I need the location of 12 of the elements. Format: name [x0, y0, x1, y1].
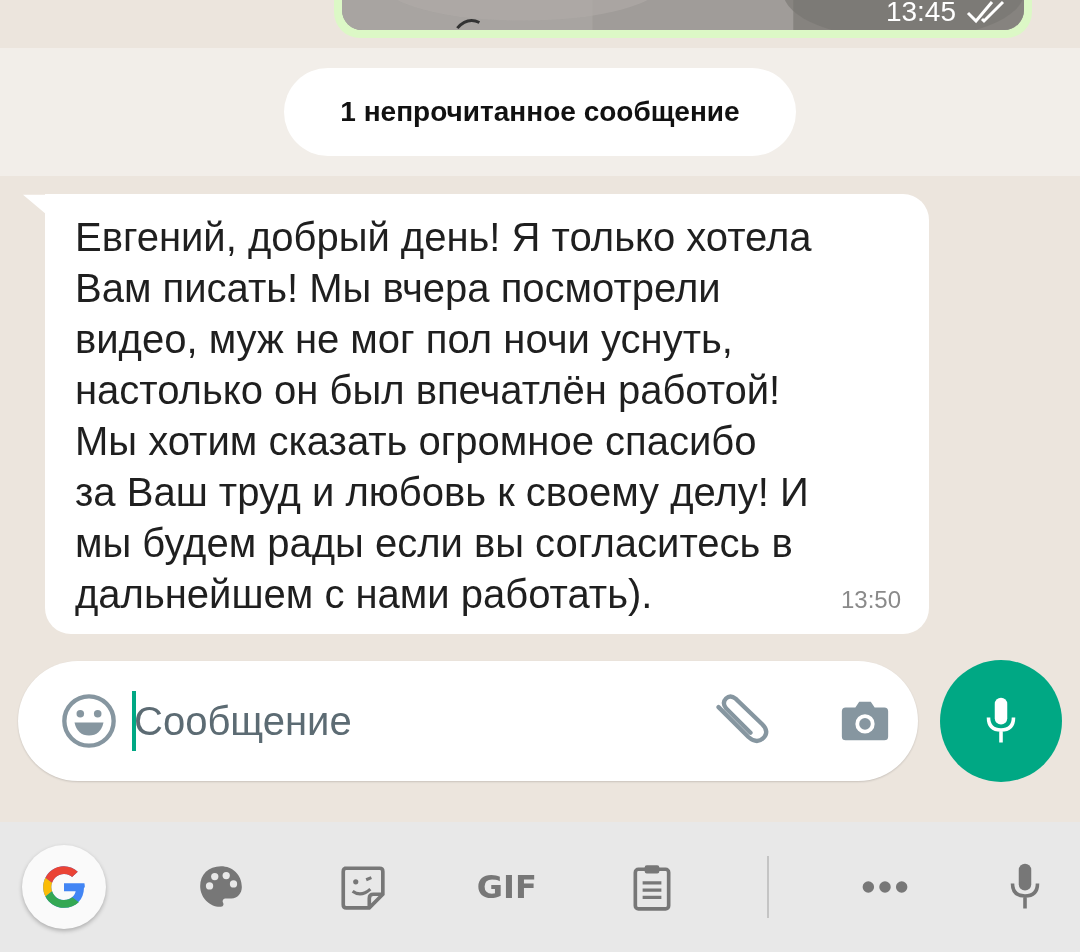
photo-message[interactable]: 13:45 [334, 0, 1032, 38]
message-time: 13:50 [840, 586, 901, 614]
bubble-tail [23, 194, 45, 214]
message-input-field[interactable]: Сообщение [134, 698, 534, 744]
message-time: 13:45 [885, 0, 956, 28]
unread-messages-banner: 1 непрочитанное сообщение [284, 68, 796, 156]
gif-button[interactable]: GIF [476, 868, 537, 906]
google-button[interactable] [22, 845, 106, 929]
incoming-message-bubble[interactable] [45, 194, 929, 634]
message-text: Евгений, добрый день! Я только хотела Вам писать! Мы вчера посмотрели видео, муж не мог пол ночи уснуть, настолько он был впечатлён работой! Мы хотим сказать огромное спасибо за Ваш труд и любовь к своему делу! И мы будем рады если вы согласитесь в дальнейшем с нами работать). [75, 214, 812, 618]
text-cursor [132, 691, 136, 751]
emoji-icon[interactable] [60, 692, 118, 750]
